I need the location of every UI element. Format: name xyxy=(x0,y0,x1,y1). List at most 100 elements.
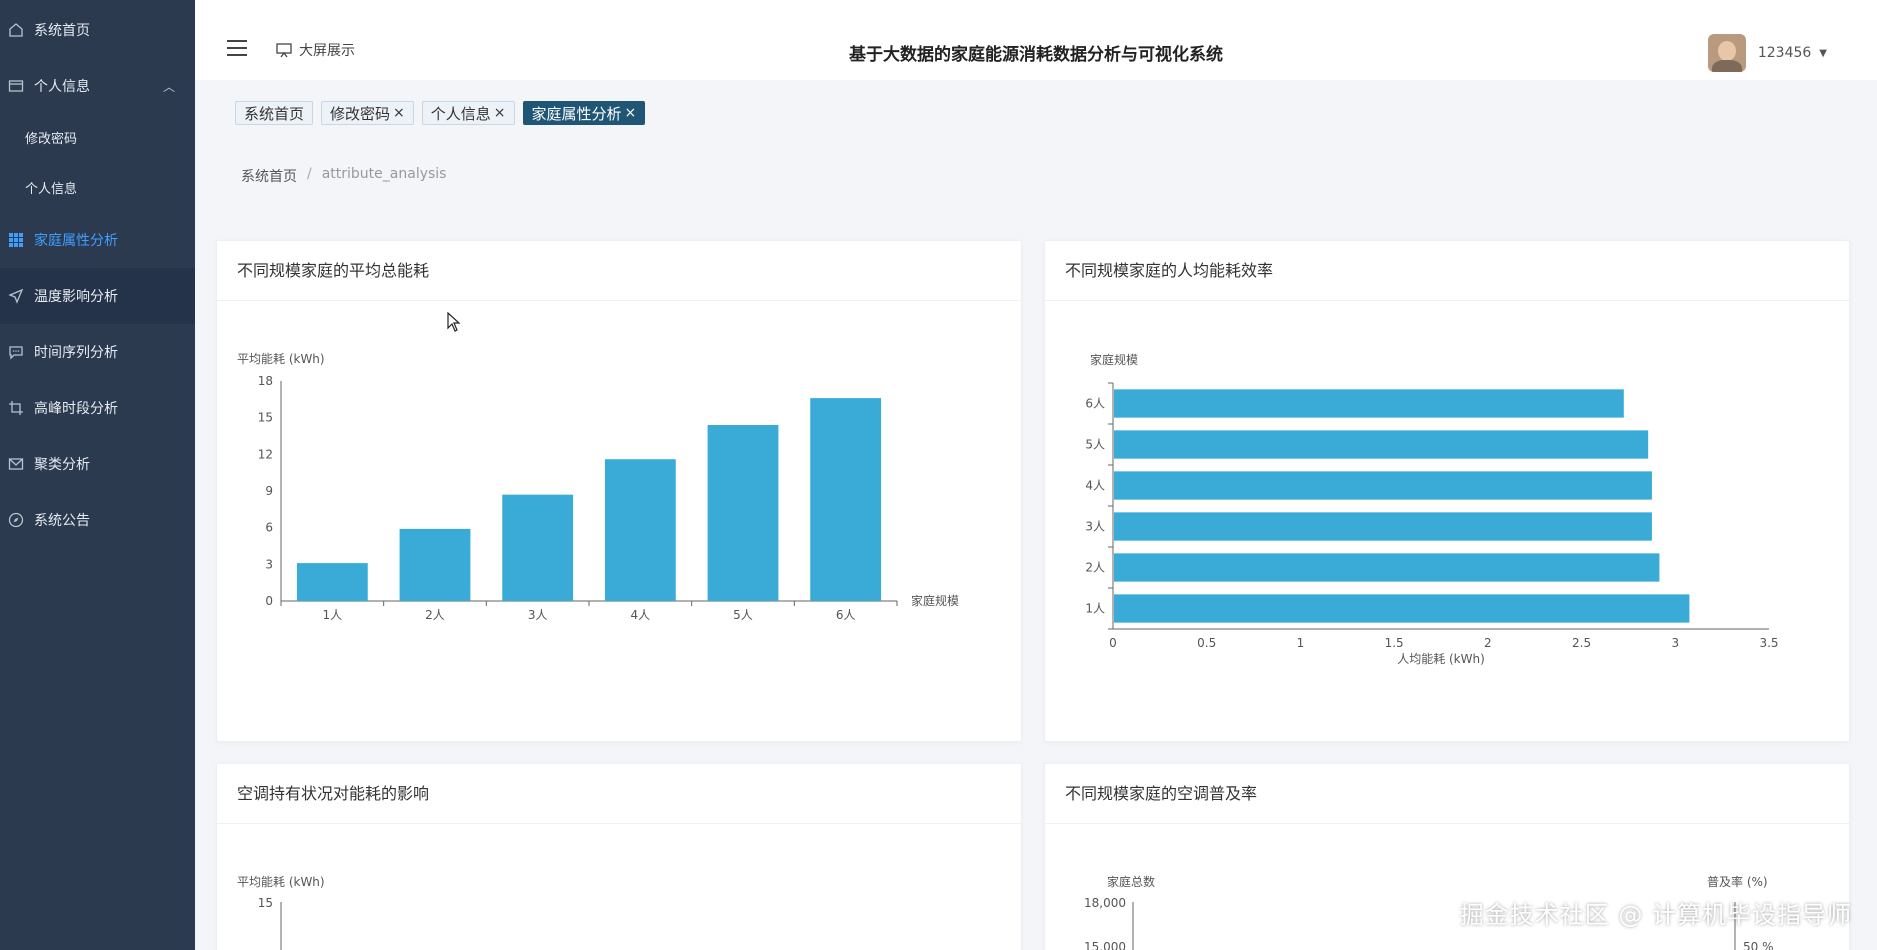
close-icon[interactable]: × xyxy=(494,105,506,121)
x-tick-label: 3人 xyxy=(528,608,548,622)
username: 123456 xyxy=(1757,45,1812,61)
bar xyxy=(1114,512,1652,541)
chart-card-ac-impact: 空调持有状况对能耗的影响 平均能耗 (kWh) 15 xyxy=(216,763,1022,950)
x-tick-label: 3.5 xyxy=(1759,636,1778,650)
sidebar-item-attribute-analysis[interactable]: 家庭属性分析 xyxy=(0,212,195,268)
x-axis-label: 人均能耗 (kWh) xyxy=(1397,652,1485,666)
x-axis-label: 家庭规模 xyxy=(911,593,959,608)
home-icon xyxy=(8,22,24,38)
bar xyxy=(399,528,471,601)
y2-axis-label: 普及率 (%) xyxy=(1707,874,1768,889)
y-tick-label: 12 xyxy=(258,447,273,461)
sidebar-item-label: 个人信息 xyxy=(34,79,90,95)
y-tick-label: 3人 xyxy=(1085,520,1105,534)
sidebar-item-label: 系统公告 xyxy=(34,513,90,529)
sidebar-item-temperature-analysis[interactable]: 温度影响分析 xyxy=(0,268,195,324)
top-header: 大屏展示 基于大数据的家庭能源消耗数据分析与可视化系统 123456 ▼ xyxy=(195,0,1877,80)
sidebar-item-profile-group[interactable]: 个人信息 ︿ xyxy=(0,60,195,112)
sidebar-item-time-series[interactable]: 时间序列分析 xyxy=(0,324,195,380)
breadcrumb-separator: / xyxy=(307,166,312,182)
tags-view: 系统首页 修改密码 × 个人信息 × 家庭属性分析 × xyxy=(235,101,646,125)
id-card-icon xyxy=(8,78,24,94)
sidebar-item-announcements[interactable]: 系统公告 xyxy=(0,492,195,548)
chevron-up-icon: ︿ xyxy=(162,79,175,94)
chart-ac-penetration: 家庭总数 18,000 15,000 普及率 (%) 50 % xyxy=(1084,874,1774,950)
chart-card-avg-total-energy: 不同规模家庭的平均总能耗 平均能耗 (kWh) 0 3 6 9 12 15 18 1人 2人 3人 4… xyxy=(216,240,1022,742)
close-icon[interactable]: × xyxy=(625,105,637,121)
y-tick-label: 4人 xyxy=(1085,479,1105,493)
bar xyxy=(502,494,574,601)
bar xyxy=(1114,430,1649,459)
tag-attribute-analysis[interactable]: 家庭属性分析 × xyxy=(522,101,646,125)
y-tick-label: 15 xyxy=(258,896,273,910)
y-axis-label: 平均能耗 (kWh) xyxy=(237,875,325,889)
bar xyxy=(296,563,368,601)
compass-icon xyxy=(8,512,24,528)
x-tick-label: 0 xyxy=(1109,636,1117,650)
sidebar-item-label: 温度影响分析 xyxy=(34,289,118,305)
bar xyxy=(604,459,676,601)
chart-card-per-capita-efficiency: 不同规模家庭的人均能耗效率 家庭规模 1人 2人 3人 4人 5人 6人 0 0.5 1 1.5 2 2… xyxy=(1044,240,1850,742)
y2-tick-label: 50 % xyxy=(1743,940,1774,950)
sidebar-item-home[interactable]: 系统首页 xyxy=(0,0,195,60)
grid-icon xyxy=(8,232,24,248)
sidebar-item-label: 系统首页 xyxy=(34,23,90,39)
y-tick-label: 6人 xyxy=(1085,397,1105,411)
y-tick-label: 6 xyxy=(265,521,273,535)
crop-icon xyxy=(8,400,24,416)
sidebar-item-cluster-analysis[interactable]: 聚类分析 xyxy=(0,436,195,492)
x-tick-label: 6人 xyxy=(836,608,856,622)
sidebar-item-label: 聚类分析 xyxy=(34,457,90,473)
tag-label: 系统首页 xyxy=(244,104,305,123)
bar xyxy=(1114,553,1660,582)
sidebar-item-peak-analysis[interactable]: 高峰时段分析 xyxy=(0,380,195,436)
tag-label: 修改密码 xyxy=(330,104,391,123)
watermark: 掘金技术社区 @ 计算机毕设指导师 xyxy=(1459,901,1852,929)
caret-down-icon: ▼ xyxy=(1819,47,1827,59)
y-tick-label: 0 xyxy=(265,594,273,608)
y-axis-label: 家庭规模 xyxy=(1090,352,1138,367)
breadcrumb-current: attribute_analysis xyxy=(321,166,447,182)
x-tick-label: 1人 xyxy=(323,608,343,622)
sidebar-item-label: 个人信息 xyxy=(25,181,78,197)
y-tick-label: 5人 xyxy=(1085,438,1105,452)
x-tick-label: 1.5 xyxy=(1385,636,1404,650)
x-tick-label: 2.5 xyxy=(1572,636,1591,650)
sidebar: 系统首页 个人信息 ︿ 修改密码 个人信息 家庭属性分析 温度影响分析 时间序列… xyxy=(0,0,195,950)
y-tick-label: 9 xyxy=(265,484,273,498)
x-tick-label: 2人 xyxy=(425,608,445,622)
bar xyxy=(1114,389,1624,418)
breadcrumb-home[interactable]: 系统首页 xyxy=(241,166,297,186)
y-axis-label: 平均能耗 (kWh) xyxy=(237,352,325,366)
x-tick-label: 3 xyxy=(1671,636,1679,650)
close-icon[interactable]: × xyxy=(393,105,405,121)
bar xyxy=(1114,594,1690,623)
y-tick-label: 3 xyxy=(265,557,273,571)
sidebar-item-label: 修改密码 xyxy=(25,131,78,147)
tag-home[interactable]: 系统首页 xyxy=(235,101,314,125)
hbar-chart-per-capita-efficiency: 家庭规模 1人 2人 3人 4人 5人 6人 0 0.5 1 1.5 2 2.5 3 3.5 人均能耗 (kW… xyxy=(1085,352,1778,666)
y-tick-label: 15 xyxy=(258,411,273,425)
mouse-cursor-icon xyxy=(447,312,461,332)
card-title: 不同规模家庭的空调普及率 xyxy=(1045,764,1849,824)
x-tick-label: 1 xyxy=(1297,636,1305,650)
send-icon xyxy=(8,288,24,304)
avatar xyxy=(1707,34,1746,72)
y-tick-label: 15,000 xyxy=(1084,940,1126,950)
x-tick-label: 0.5 xyxy=(1197,636,1216,650)
y-axis-label: 家庭总数 xyxy=(1107,874,1155,889)
card-title: 不同规模家庭的平均总能耗 xyxy=(217,241,1021,301)
bar xyxy=(1114,471,1652,500)
y-tick-label: 2人 xyxy=(1085,561,1105,575)
user-menu[interactable]: 123456 ▼ xyxy=(1707,34,1827,72)
app-title: 基于大数据的家庭能源消耗数据分析与可视化系统 xyxy=(849,45,1223,65)
bar xyxy=(707,425,779,601)
sidebar-item-change-password[interactable]: 修改密码 xyxy=(0,112,195,162)
tag-profile[interactable]: 个人信息 × xyxy=(421,101,515,125)
tag-change-password[interactable]: 修改密码 × xyxy=(321,101,414,125)
sidebar-item-profile[interactable]: 个人信息 xyxy=(0,162,195,212)
card-title: 空调持有状况对能耗的影响 xyxy=(217,764,1021,824)
tag-label: 家庭属性分析 xyxy=(531,104,622,123)
tag-label: 个人信息 xyxy=(430,104,491,123)
x-tick-label: 5人 xyxy=(733,608,753,622)
